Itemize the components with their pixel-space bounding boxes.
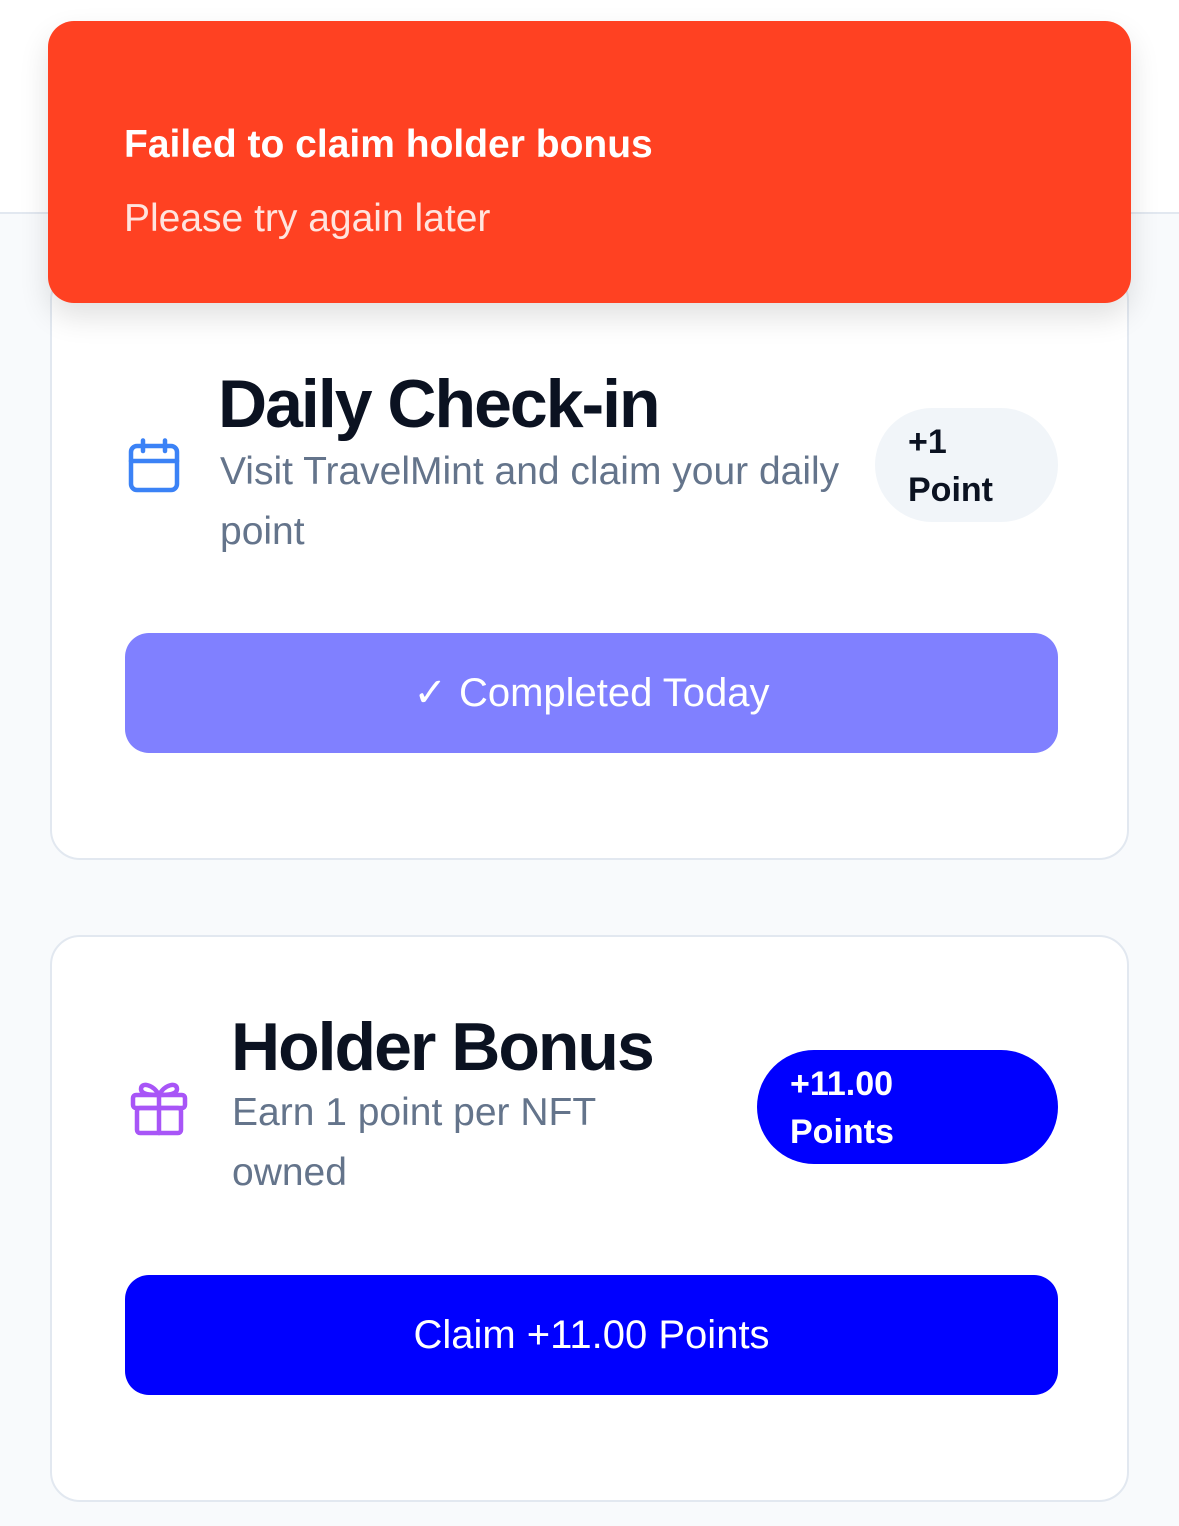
claim-points-button[interactable]: Claim +11.00 Points [125,1275,1058,1395]
calendar-icon [128,438,180,494]
badge-amount: +1 [908,423,947,461]
claim-points-label: Claim +11.00 Points [413,1312,770,1357]
daily-checkin-description: Visit TravelMint and claim your daily po… [220,450,840,553]
page: Failed to claim holder bonus Please try … [0,0,1179,1526]
toast-title: Failed to claim holder bonus [124,123,653,166]
completed-today-button[interactable]: ✓ Completed Today [125,633,1058,753]
badge-amount: +11.00 [790,1065,894,1103]
holder-bonus-title: Holder Bonus [231,1009,655,1085]
daily-checkin-title: Daily Check-in [218,366,661,442]
badge-unit: Point [908,471,993,509]
gift-icon [128,1075,190,1137]
holder-bonus-description: Earn 1 point per NFT owned [232,1091,596,1194]
checkmark-icon: ✓ [413,671,447,715]
toast-message: Please try again later [124,197,491,240]
holder-bonus-points-badge: +11.00 Points [757,1050,1058,1164]
daily-checkin-points-badge: +1 Point [875,408,1058,522]
completed-today-label: Completed Today [458,670,770,715]
daily-checkin-card: Daily Check-in Visit TravelMint and clai… [50,270,1129,860]
badge-unit: Points [790,1113,894,1151]
holder-bonus-card: Holder Bonus Earn 1 point per NFT owned … [50,935,1129,1502]
error-toast[interactable]: Failed to claim holder bonus Please try … [48,21,1131,303]
